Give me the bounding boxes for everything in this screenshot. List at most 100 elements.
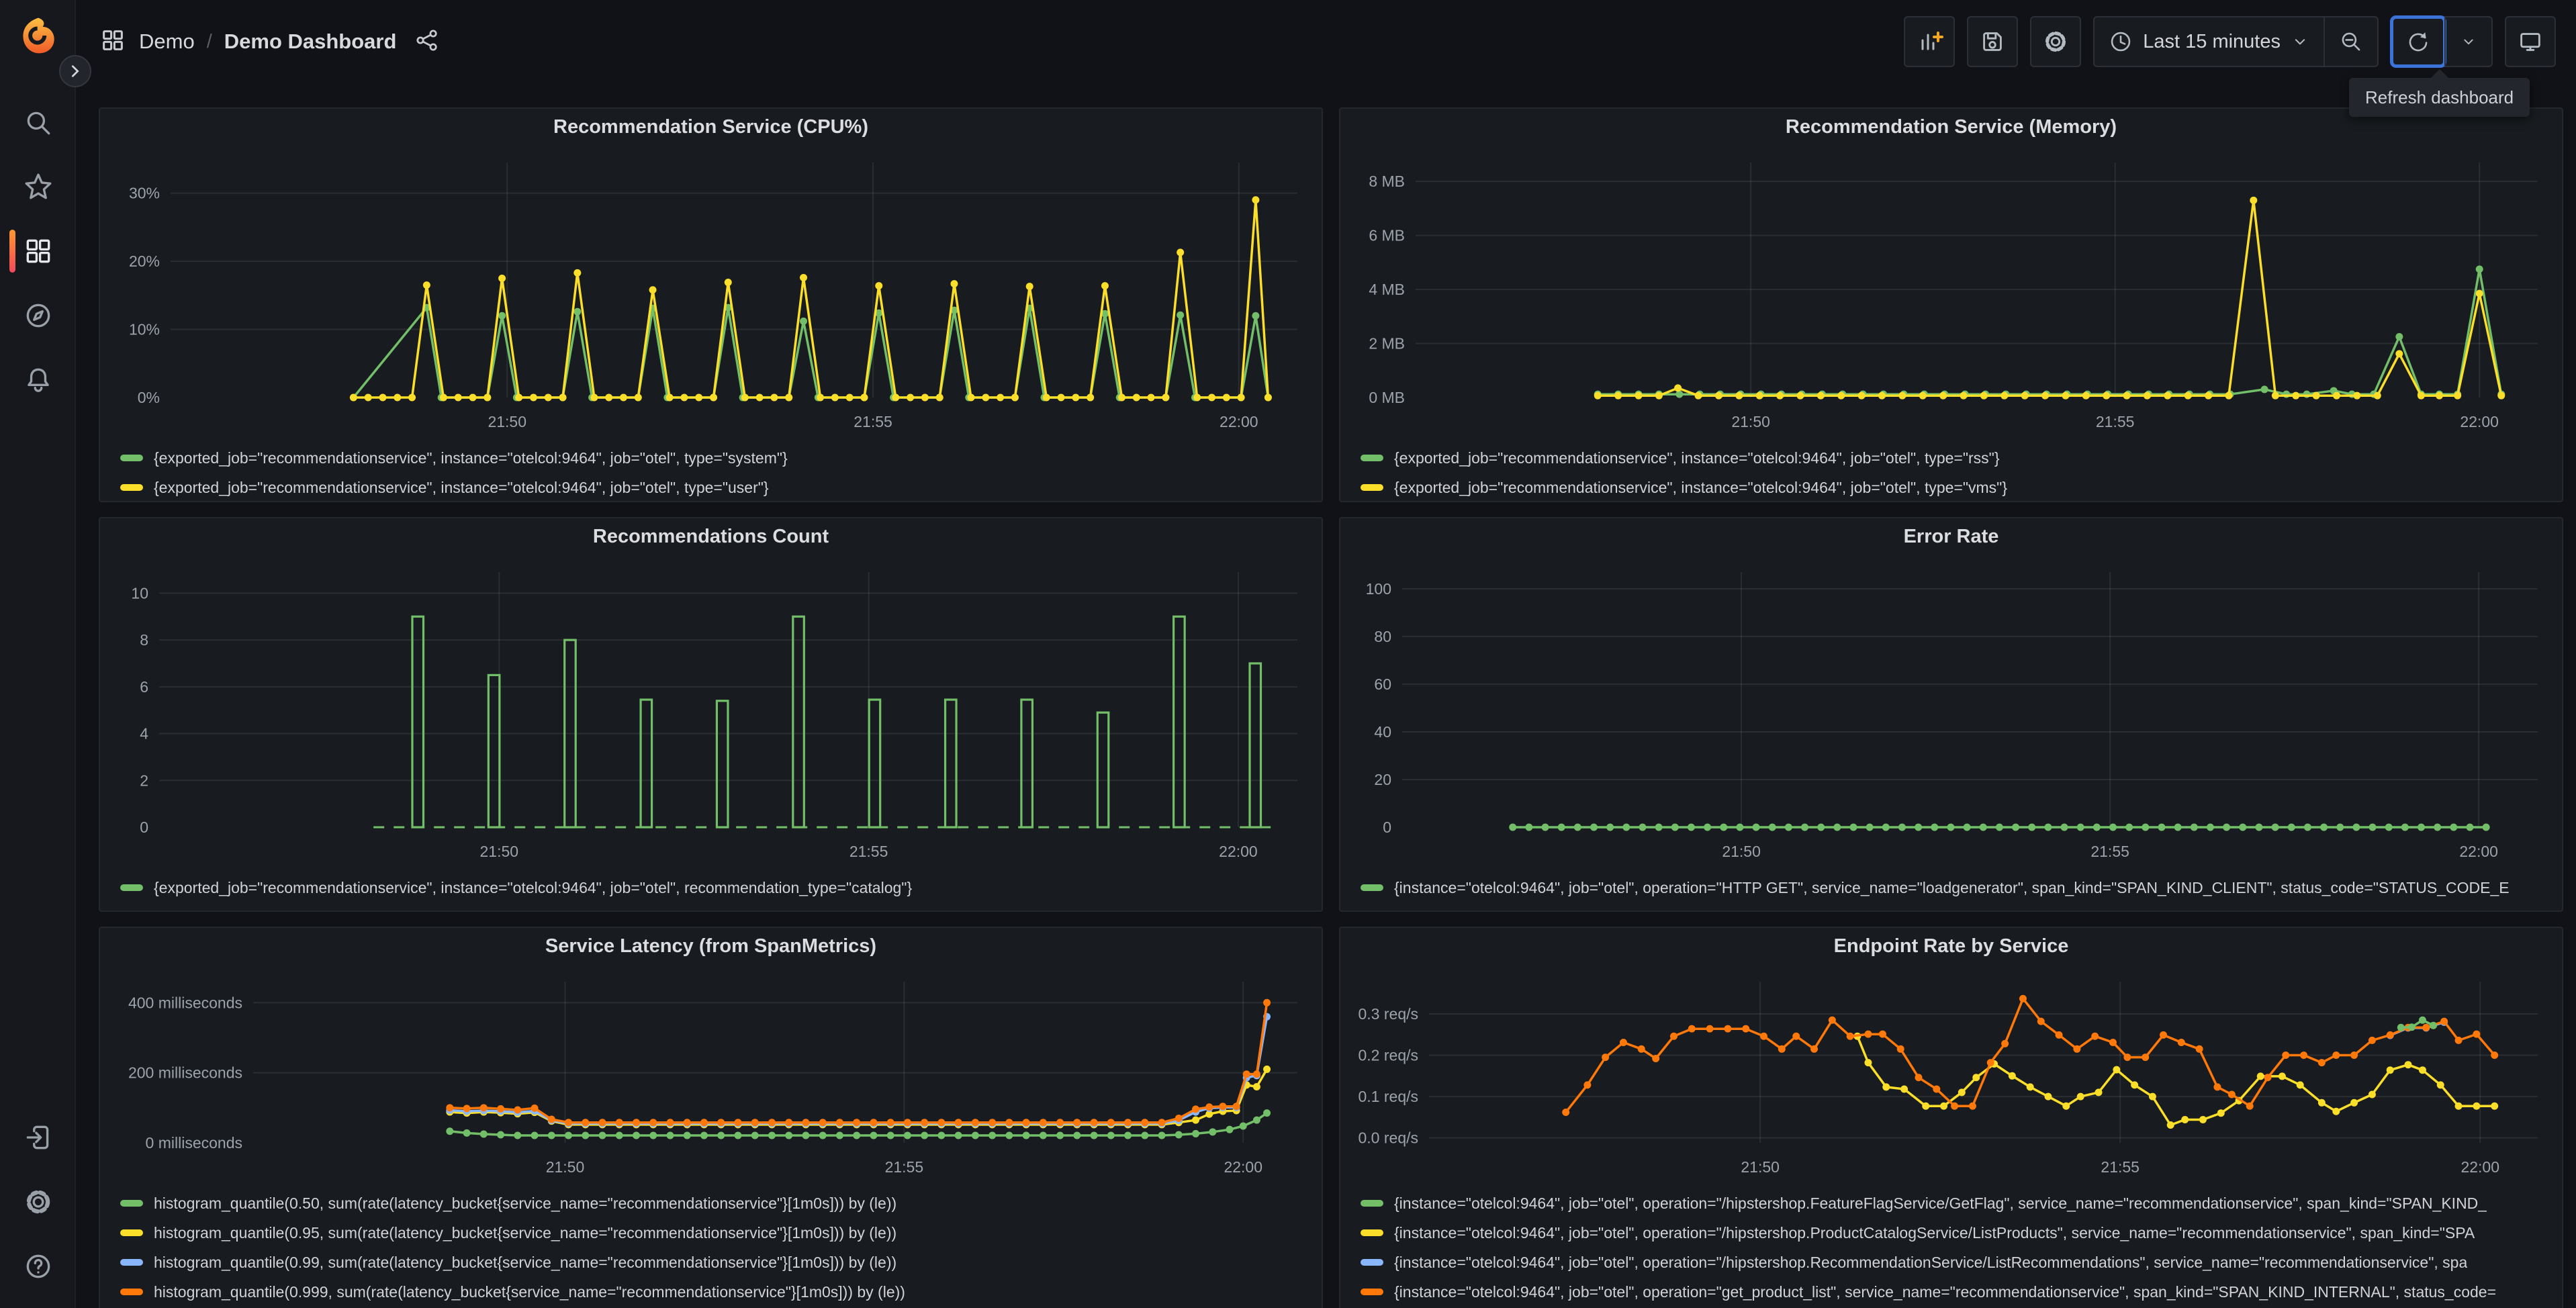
svg-text:21:50: 21:50 [1741, 1158, 1780, 1176]
series-color-swatch [120, 1289, 143, 1295]
legend-item[interactable]: {exported_job="recommendationservice", i… [120, 473, 1322, 501]
panel-error-rate: Error Rate 21:50 21:55 22:00 0 20 40 60 80 100 {… [1339, 517, 2563, 912]
svg-text:0.2 req/s: 0.2 req/s [1359, 1047, 1419, 1064]
share-icon[interactable] [414, 27, 441, 57]
memory-chart[interactable]: 21:50 21:55 22:00 0 MB 2 MB 4 MB 6 MB 8 MB [1340, 145, 2562, 440]
svg-text:30%: 30% [129, 185, 160, 202]
error-rate-chart[interactable]: 21:50 21:55 22:00 0 20 40 60 80 100 [1340, 555, 2562, 870]
panel-endpoint-rate: Endpoint Rate by Service 21:50 21:55 22:00… [1339, 927, 2563, 1308]
expand-sidebar-button[interactable] [59, 55, 91, 87]
series-color-swatch [1361, 1229, 1383, 1236]
series-label: {instance="otelcol:9464", job="otel", op… [1394, 878, 2510, 896]
clock-icon [2111, 32, 2131, 52]
breadcrumb-folder[interactable]: Demo [139, 30, 195, 54]
panel-recommendation-memory: Recommendation Service (Memory) 21:50 21:… [1339, 107, 2563, 502]
svg-text:0.1 req/s: 0.1 req/s [1359, 1088, 1419, 1105]
cycle-view-mode-button[interactable] [2505, 16, 2556, 67]
active-indicator [9, 230, 15, 273]
sidebar-alerting-icon[interactable] [0, 348, 76, 412]
panel-title[interactable]: Recommendations Count [100, 518, 1322, 555]
svg-text:100: 100 [1366, 580, 1391, 598]
panel-title[interactable]: Service Latency (from SpanMetrics) [100, 928, 1322, 964]
series-label: histogram_quantile(0.50, sum(rate(latenc… [154, 1194, 897, 1212]
tooltip-text: Refresh dashboard [2365, 87, 2514, 107]
sidebar-favorites-icon[interactable] [0, 154, 76, 219]
panel-recommendation-cpu: Recommendation Service (CPU%) 21:50 21:55… [99, 107, 1323, 502]
recommendations-count-legend: {exported_job="recommendationservice", i… [100, 870, 1322, 902]
svg-text:0: 0 [140, 819, 148, 836]
series-label: {exported_job="recommendationservice", i… [1394, 478, 2008, 496]
legend-item[interactable]: {instance="otelcol:9464", job="otel", op… [1361, 1277, 2562, 1307]
service-latency-chart[interactable]: 21:50 21:55 22:00 0 milliseconds 200 millise… [100, 964, 1322, 1186]
series-color-swatch [1361, 884, 1383, 891]
dashboard-toolbar: Last 15 minutes [1904, 15, 2556, 68]
error-rate-legend: {instance="otelcol:9464", job="otel", op… [1340, 870, 2562, 902]
sidebar-help-icon[interactable] [0, 1234, 76, 1299]
save-dashboard-button[interactable] [1967, 16, 2019, 67]
series-color-swatch [120, 884, 143, 891]
panel-title[interactable]: Recommendation Service (CPU%) [100, 109, 1322, 145]
sidebar-signin-icon[interactable] [0, 1105, 76, 1170]
legend-item[interactable]: {instance="otelcol:9464", job="otel", op… [1361, 1188, 2562, 1218]
refresh-group [2390, 15, 2493, 68]
cpu-legend: {exported_job="recommendationservice", i… [100, 440, 1322, 501]
svg-text:21:55: 21:55 [2101, 1158, 2140, 1176]
legend-item[interactable]: {instance="otelcol:9464", job="otel", op… [1361, 1248, 2562, 1277]
breadcrumb: Demo / Demo Dashboard [99, 26, 441, 58]
svg-text:21:50: 21:50 [488, 413, 526, 430]
series-color-swatch [120, 1200, 143, 1207]
svg-text:22:00: 22:00 [2460, 413, 2499, 430]
sidebar-dashboards-icon[interactable] [0, 219, 76, 283]
legend-item[interactable]: {exported_job="recommendationservice", i… [120, 873, 1322, 902]
grafana-logo[interactable] [0, 16, 76, 55]
legend-item[interactable]: {exported_job="recommendationservice", i… [120, 443, 1322, 473]
svg-text:4 MB: 4 MB [1369, 281, 1405, 298]
dashboards-grid-icon [99, 26, 127, 58]
svg-text:80: 80 [1374, 628, 1391, 645]
svg-text:0 MB: 0 MB [1369, 389, 1405, 406]
svg-text:0.3 req/s: 0.3 req/s [1359, 1005, 1419, 1023]
add-panel-button[interactable] [1904, 16, 1956, 67]
svg-text:22:00: 22:00 [1224, 1158, 1262, 1176]
series-color-swatch [1361, 1289, 1383, 1295]
time-range-picker[interactable]: Last 15 minutes [2095, 17, 2324, 66]
endpoint-rate-chart[interactable]: 21:50 21:55 22:00 0.0 req/s 0.1 req/s 0.2 req… [1340, 964, 2562, 1186]
chevron-down-icon [2464, 39, 2473, 45]
legend-item[interactable]: histogram_quantile(0.999, sum(rate(laten… [120, 1277, 1322, 1307]
recommendations-count-chart[interactable]: 21:50 21:55 22:00 0 2 4 6 8 10 [100, 555, 1322, 870]
refresh-interval-dropdown[interactable] [2444, 17, 2491, 66]
svg-text:8 MB: 8 MB [1369, 173, 1405, 190]
series-label: histogram_quantile(0.95, sum(rate(latenc… [154, 1223, 897, 1242]
legend-item[interactable]: {instance="otelcol:9464", job="otel", op… [1361, 873, 2562, 902]
legend-item[interactable]: histogram_quantile(0.99, sum(rate(latenc… [120, 1248, 1322, 1277]
time-picker-group: Last 15 minutes [2093, 16, 2379, 67]
series-label: {exported_job="recommendationservice", i… [154, 878, 913, 896]
legend-item[interactable]: {exported_job="recommendationservice", i… [1361, 443, 2562, 473]
series-color-swatch [1361, 1259, 1383, 1266]
svg-text:20%: 20% [129, 252, 160, 270]
legend-item[interactable]: histogram_quantile(0.95, sum(rate(latenc… [120, 1218, 1322, 1248]
panel-title[interactable]: Error Rate [1340, 518, 2562, 555]
sidebar-explore-icon[interactable] [0, 283, 76, 348]
legend-item[interactable]: {exported_job="recommendationservice", i… [1361, 473, 2562, 501]
sidebar-search-icon[interactable] [0, 91, 76, 155]
series-color-swatch [120, 1229, 143, 1236]
panel-title[interactable]: Endpoint Rate by Service [1340, 928, 2562, 964]
svg-text:21:50: 21:50 [1731, 413, 1770, 430]
refresh-dashboard-button[interactable] [2390, 15, 2446, 68]
time-range-label: Last 15 minutes [2143, 30, 2281, 52]
sidebar-settings-icon[interactable] [0, 1170, 76, 1234]
grafana-dashboard-page: Demo / Demo Dashboard Last 15 minutes Re… [0, 0, 2576, 1308]
legend-item[interactable]: {instance="otelcol:9464", job="otel", op… [1361, 1218, 2562, 1248]
series-color-swatch [120, 484, 143, 491]
legend-item[interactable]: histogram_quantile(0.50, sum(rate(latenc… [120, 1188, 1322, 1218]
dashboard-settings-button[interactable] [2030, 16, 2082, 67]
zoom-out-time-button[interactable] [2324, 17, 2377, 66]
svg-text:10%: 10% [129, 321, 160, 338]
svg-text:400 milliseconds: 400 milliseconds [128, 994, 242, 1011]
breadcrumb-dashboard-title[interactable]: Demo Dashboard [224, 30, 397, 54]
cpu-chart[interactable]: 21:50 21:55 22:00 0% 10% 20% 30% [100, 145, 1322, 440]
series-label: {exported_job="recommendationservice", i… [154, 449, 788, 467]
svg-text:21:50: 21:50 [480, 843, 519, 860]
svg-text:0.0 req/s: 0.0 req/s [1359, 1129, 1419, 1147]
